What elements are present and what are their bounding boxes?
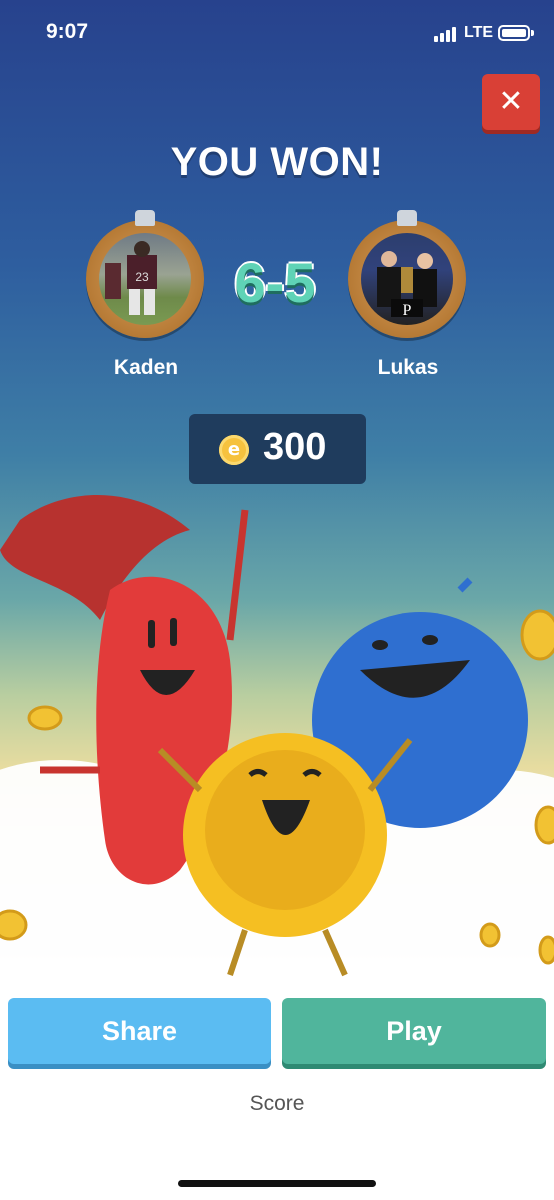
- share-button[interactable]: Share: [8, 998, 271, 1064]
- battery-icon: [498, 25, 530, 41]
- player-avatar-right[interactable]: P: [348, 210, 466, 338]
- coin-icon: e: [219, 435, 249, 465]
- player-photo-right: P: [361, 233, 453, 325]
- avatar-cap: [397, 210, 417, 226]
- reward-amount: 300: [263, 426, 327, 468]
- svg-text:23: 23: [135, 270, 149, 284]
- result-title: YOU WON!: [170, 140, 384, 184]
- avatar-cap: [135, 210, 155, 226]
- match-score: 6-5: [234, 251, 316, 314]
- battery-tip: [531, 30, 534, 36]
- player-avatar-left[interactable]: 23: [86, 210, 204, 338]
- status-time: 9:07: [46, 20, 89, 43]
- player-name-left: Kaden: [113, 356, 179, 379]
- svg-text:P: P: [403, 302, 412, 319]
- status-bar: 9:07 LTE: [0, 0, 554, 70]
- close-button[interactable]: ✕: [482, 74, 540, 130]
- celebration-illustration: [0, 495, 554, 1010]
- player-photo-left: 23: [99, 233, 191, 325]
- signal-icon: [434, 26, 460, 42]
- player-name-right: Lukas: [377, 356, 439, 379]
- close-icon: ✕: [498, 84, 524, 119]
- home-indicator[interactable]: [178, 1180, 376, 1187]
- score-tab-label[interactable]: Score: [0, 1092, 554, 1116]
- network-label: LTE: [464, 24, 494, 41]
- play-button[interactable]: Play: [282, 998, 546, 1064]
